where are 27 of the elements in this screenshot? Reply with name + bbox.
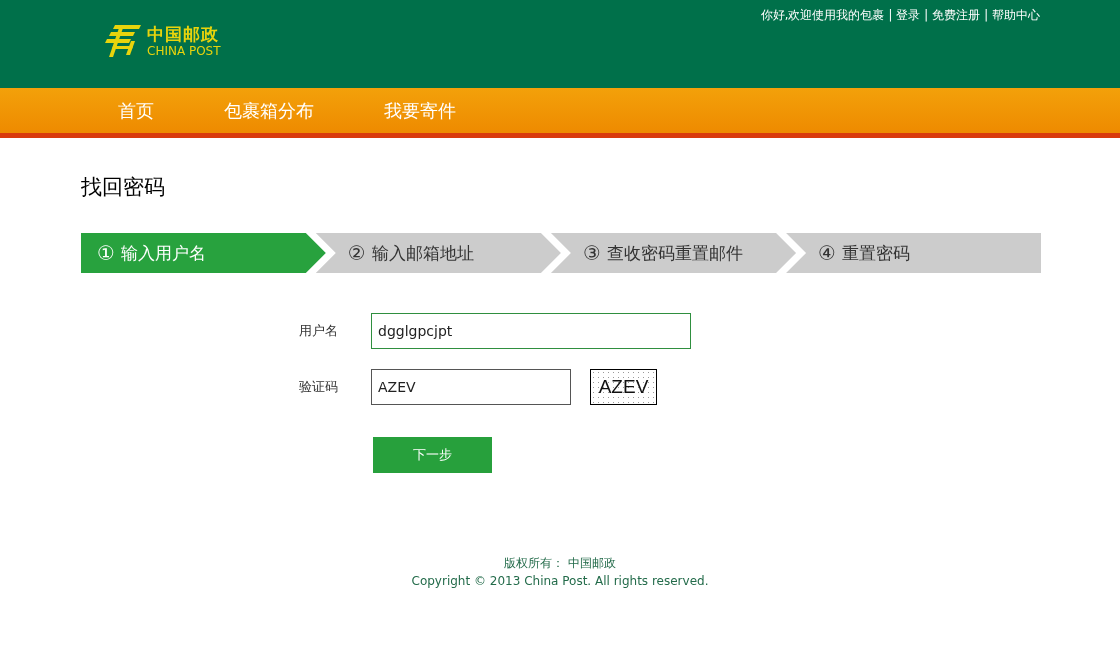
field-label: 用户名: [299, 322, 339, 340]
separator: |: [924, 8, 929, 22]
logo-subtitle: CHINA POST: [147, 44, 221, 57]
copyright-owner: 版权所有： 中国邮政: [504, 555, 616, 572]
field-label: 验证码: [299, 378, 339, 396]
top-link[interactable]: 登录: [896, 8, 921, 23]
page-title: 找回密码: [81, 174, 165, 201]
copyright-text: Copyright © 2013 China Post. All rights reserved.: [411, 573, 709, 590]
separator: |: [984, 8, 988, 22]
captcha-image[interactable]: AZEV: [590, 369, 657, 405]
step-label: 重置密码: [842, 241, 910, 265]
logo-icon: [105, 25, 141, 57]
step-number: ②: [347, 241, 366, 265]
logo-text: 中国邮政: [147, 25, 220, 43]
top-link[interactable]: 帮助中心: [992, 8, 1040, 23]
username-field[interactable]: dgglgpcjpt: [371, 313, 691, 349]
greeting-text: 你好,欢迎使用我的包裹: [760, 8, 885, 23]
separator: |: [888, 8, 893, 22]
captcha-field[interactable]: AZEV: [371, 369, 571, 405]
step-number: ③: [582, 241, 601, 265]
step-label: 输入邮箱地址: [371, 241, 474, 265]
step-number: ①: [97, 241, 115, 265]
next-button[interactable]: 下一步: [373, 437, 492, 473]
top-link[interactable]: 免费注册: [932, 8, 981, 23]
step-number: ④: [818, 241, 836, 265]
step-label: 查收密码重置邮件: [606, 241, 743, 265]
step-label: 输入用户名: [120, 241, 206, 265]
